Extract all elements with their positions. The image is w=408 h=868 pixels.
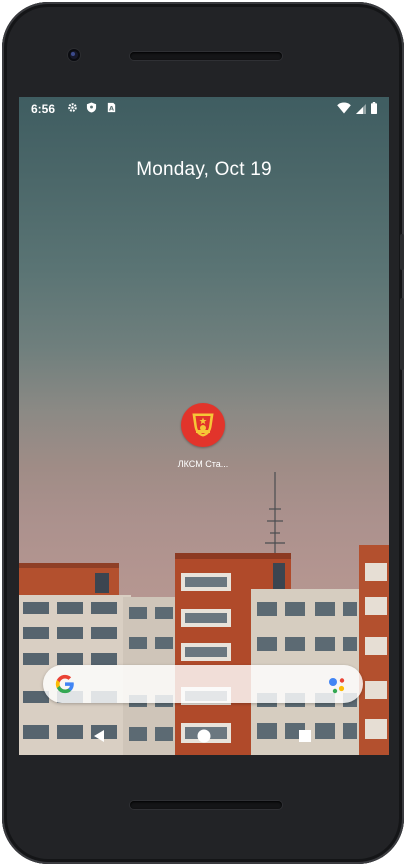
svg-text:A: A [109, 105, 114, 113]
front-camera [68, 49, 80, 61]
back-button[interactable] [91, 728, 107, 744]
home-button[interactable] [196, 728, 212, 744]
earpiece-speaker [130, 52, 282, 60]
battery-icon [371, 102, 377, 114]
navigation-bar [19, 717, 389, 755]
bottom-speaker [130, 801, 282, 809]
volume-rocker [400, 298, 404, 370]
google-assistant-dots-icon[interactable] [327, 674, 349, 696]
google-g-icon [55, 674, 74, 694]
wifi-icon [337, 102, 351, 114]
recents-button[interactable] [297, 728, 313, 744]
app-label: ЛКСМ Ста... [177, 459, 229, 469]
status-time: 6:56 [31, 102, 56, 116]
date-widget[interactable]: Monday, Oct 19 [19, 159, 389, 181]
status-bar: 6:56 A [19, 97, 389, 121]
google-search-bar[interactable] [43, 665, 363, 703]
shield-icon [86, 102, 97, 113]
komsomol-badge-icon[interactable] [181, 403, 225, 447]
app-shortcut[interactable]: ЛКСМ Ста... [165, 403, 241, 469]
cell-signal-icon [356, 103, 366, 114]
power-button [400, 234, 404, 270]
home-screen: 6:56 A Monday, Oct 19 ЛКСМ Ста... [19, 97, 389, 755]
gear-icon [68, 103, 77, 112]
sim-card-icon: A [107, 102, 116, 113]
